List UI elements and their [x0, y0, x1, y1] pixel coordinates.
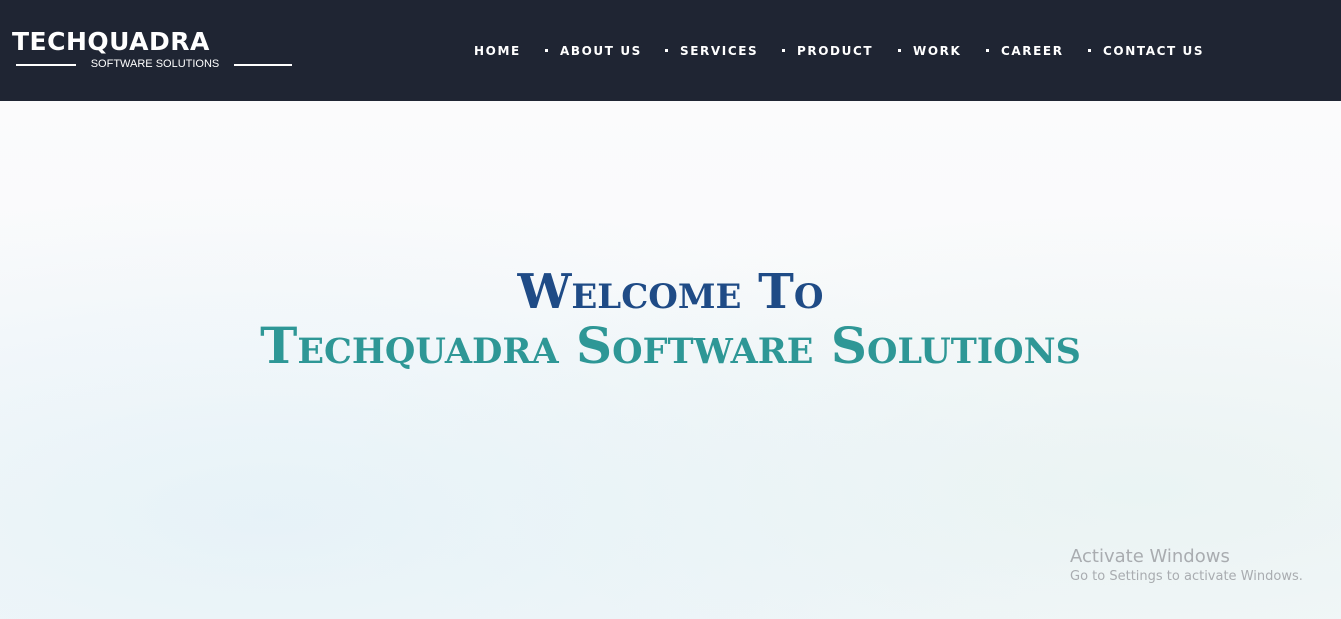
- hero-heading-welcome: Welcome To: [517, 264, 824, 320]
- nav-separator-dot: [898, 49, 901, 52]
- logo-wordmark: TECHQUADRA: [12, 27, 210, 56]
- nav-item-work[interactable]: WORK: [913, 44, 961, 58]
- site-logo[interactable]: TECHQUADRA SOFTWARE SOLUTIONS: [12, 28, 294, 72]
- logo-tagline: SOFTWARE SOLUTIONS: [90, 58, 220, 70]
- nav-item-product[interactable]: PRODUCT: [797, 44, 873, 58]
- nav-item-services[interactable]: SERVICES: [680, 44, 758, 58]
- windows-activation-watermark: Activate Windows Go to Settings to activ…: [1070, 546, 1330, 586]
- nav-item-about-us[interactable]: ABOUT US: [560, 44, 642, 58]
- hero-heading-company: Techquadra Software Solutions: [260, 316, 1081, 375]
- logo-tagline-row: SOFTWARE SOLUTIONS: [12, 58, 294, 70]
- nav-item-contact-us[interactable]: CONTACT US: [1103, 44, 1204, 58]
- nav-separator-dot: [1088, 49, 1091, 52]
- nav-item-home[interactable]: HOME: [474, 44, 521, 58]
- nav-item-career[interactable]: CAREER: [1001, 44, 1064, 58]
- logo-divider-left: [16, 64, 76, 66]
- nav-separator-dot: [782, 49, 785, 52]
- logo-divider-right: [234, 64, 292, 66]
- page: TECHQUADRA SOFTWARE SOLUTIONS HOME ABOUT…: [0, 0, 1341, 619]
- nav-separator-dot: [545, 49, 548, 52]
- nav-separator-dot: [986, 49, 989, 52]
- hero-section: Welcome To Techquadra Software Solutions: [0, 101, 1341, 619]
- watermark-title: Activate Windows: [1070, 546, 1230, 567]
- top-navbar: TECHQUADRA SOFTWARE SOLUTIONS HOME ABOUT…: [0, 0, 1341, 101]
- nav-separator-dot: [665, 49, 668, 52]
- watermark-subtitle: Go to Settings to activate Windows.: [1070, 569, 1303, 584]
